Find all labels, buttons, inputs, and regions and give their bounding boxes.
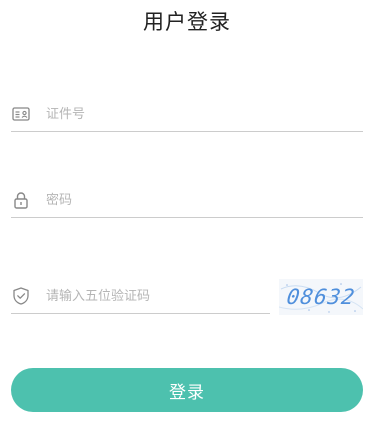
page-title: 用户登录: [143, 10, 231, 34]
login-button[interactable]: 登录: [11, 368, 363, 412]
id-number-input[interactable]: [46, 102, 256, 126]
lock-icon: [11, 190, 31, 210]
captcha-field: [11, 279, 270, 314]
password-input[interactable]: [46, 188, 256, 212]
password-field: [11, 183, 363, 218]
id-number-field: [11, 97, 363, 132]
captcha-image[interactable]: 08632: [279, 279, 363, 315]
login-page: 用户登录 证件号 请输入五位验证码 08632 登录: [0, 0, 386, 430]
shield-check-icon: [11, 286, 31, 306]
captcha-code: 08632: [285, 285, 357, 309]
captcha-input[interactable]: [46, 284, 256, 308]
id-card-icon: [11, 104, 31, 124]
